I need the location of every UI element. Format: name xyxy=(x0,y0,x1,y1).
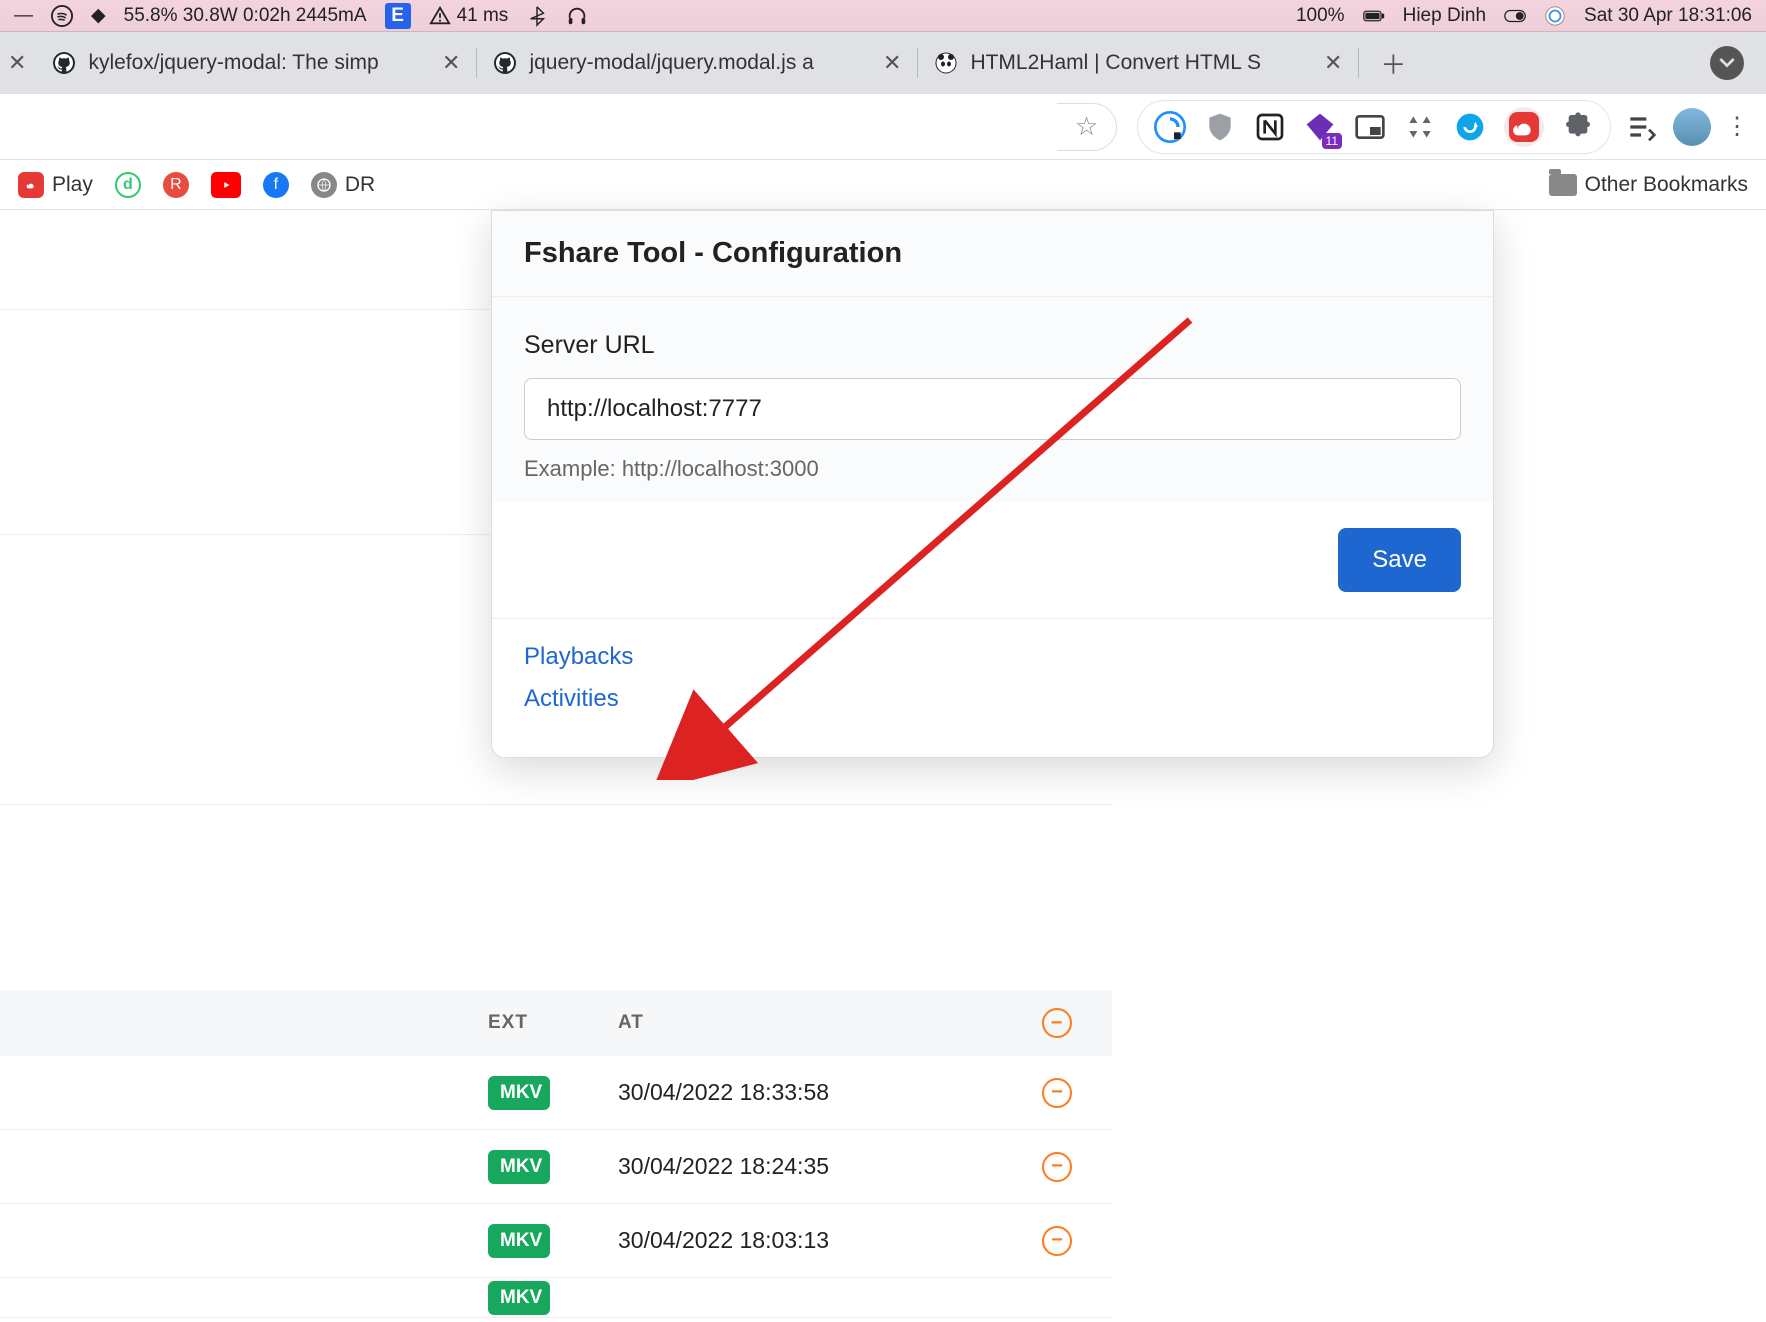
bookmark-label: DR xyxy=(345,173,375,197)
headphones-icon xyxy=(566,5,588,27)
at-cell: 30/04/2022 18:03:13 xyxy=(618,1227,829,1254)
globe-icon xyxy=(311,172,337,198)
bluetooth-icon xyxy=(526,5,548,27)
bookmark-youtube[interactable] xyxy=(211,172,241,198)
column-header-at: AT xyxy=(618,1012,978,1034)
row-remove-button[interactable]: − xyxy=(1042,1152,1072,1182)
column-header-ext: EXT xyxy=(488,1012,618,1034)
tab-1-title: kylefox/jquery-modal: The simp xyxy=(88,51,430,75)
column-header-action[interactable]: − xyxy=(1042,1008,1072,1038)
battery-icon xyxy=(1363,5,1385,27)
row-remove-button[interactable]: − xyxy=(1042,1078,1072,1108)
ext-badge: MKV xyxy=(488,1076,550,1110)
facebook-icon: f xyxy=(263,172,289,198)
r-icon: R xyxy=(163,172,189,198)
panda-icon xyxy=(934,51,958,75)
profile-avatar[interactable] xyxy=(1673,108,1711,146)
extension-popup: Fshare Tool - Configuration Server URL E… xyxy=(491,210,1494,758)
extension-onetab-icon[interactable] xyxy=(1154,111,1186,143)
extension-fshare-icon[interactable] xyxy=(1504,107,1544,147)
save-button[interactable]: Save xyxy=(1338,528,1461,592)
bookmarks-bar: Play d R f DR Other Bookmarks xyxy=(0,160,1766,210)
minus-icon: − xyxy=(1042,1226,1072,1256)
browser-menu-button[interactable]: ⋮ xyxy=(1725,112,1750,141)
at-cell: 30/04/2022 18:24:35 xyxy=(618,1153,829,1180)
table-row: MKV xyxy=(0,1278,1112,1318)
ext-badge: MKV xyxy=(488,1224,550,1258)
bookmark-play[interactable]: Play xyxy=(18,172,93,198)
github-icon xyxy=(493,51,517,75)
table-row: MKV 30/04/2022 18:03:13 − xyxy=(0,1204,1112,1278)
link-activities[interactable]: Activities xyxy=(524,685,1461,713)
youtube-icon xyxy=(211,172,241,198)
latency-text: 41 ms xyxy=(457,5,509,27)
other-bookmarks[interactable]: Other Bookmarks xyxy=(1549,173,1748,197)
warning-icon: 41 ms xyxy=(429,5,509,27)
battery-text: 100% xyxy=(1296,5,1345,27)
app-icon-e: E xyxy=(385,3,411,29)
dash-icon: — xyxy=(14,5,33,27)
extension-pip-icon[interactable] xyxy=(1354,111,1386,143)
server-url-hint: Example: http://localhost:3000 xyxy=(524,456,1461,482)
background-table: EXT AT − MKV 30/04/2022 18:33:58 − MKV 3… xyxy=(0,990,1112,1318)
bookmark-label: Play xyxy=(52,173,93,197)
star-icon: ☆ xyxy=(1075,111,1098,142)
tab-2[interactable]: jquery-modal/jquery.modal.js a ✕ xyxy=(477,38,917,88)
close-icon[interactable]: ✕ xyxy=(442,50,460,76)
bookmark-globe[interactable]: DR xyxy=(311,172,375,198)
bookmark-r[interactable]: R xyxy=(163,172,189,198)
tab-2-title: jquery-modal/jquery.modal.js a xyxy=(529,51,871,75)
minus-icon: − xyxy=(1042,1152,1072,1182)
table-row: MKV 30/04/2022 18:24:35 − xyxy=(0,1130,1112,1204)
media-control-icon[interactable] xyxy=(1625,111,1657,143)
extension-shield-icon[interactable] xyxy=(1204,111,1236,143)
location-icon: ◆ xyxy=(91,4,106,27)
bookmark-label: Other Bookmarks xyxy=(1585,173,1748,197)
link-playbacks[interactable]: Playbacks xyxy=(524,643,1461,671)
omnibox-star[interactable]: ☆ xyxy=(1057,103,1117,151)
tab-search-button[interactable] xyxy=(1710,46,1744,80)
table-row: MKV 30/04/2022 18:33:58 − xyxy=(0,1056,1112,1130)
row-remove-button[interactable]: − xyxy=(1042,1226,1072,1256)
username: Hiep Dinh xyxy=(1403,5,1486,27)
popup-title: Fshare Tool - Configuration xyxy=(492,211,1493,297)
d-icon: d xyxy=(115,172,141,198)
table-header: EXT AT − xyxy=(0,990,1112,1056)
extension-diamond-icon[interactable]: 11 xyxy=(1304,111,1336,143)
extension-notion-icon[interactable] xyxy=(1254,111,1286,143)
close-icon[interactable]: ✕ xyxy=(883,50,901,76)
bookmark-facebook[interactable]: f xyxy=(263,172,289,198)
folder-icon xyxy=(1549,174,1577,196)
bookmark-d[interactable]: d xyxy=(115,172,141,198)
minus-icon: − xyxy=(1042,1078,1072,1108)
tab-close-prev[interactable]: ✕ xyxy=(8,50,26,76)
siri-icon xyxy=(1544,5,1566,27)
browser-toolbar: ☆ 11 ⋮ xyxy=(0,94,1766,160)
system-stats: 55.8% 30.8W 0:02h 2445mA xyxy=(124,5,367,27)
clock: Sat 30 Apr 18:31:06 xyxy=(1584,5,1752,27)
server-url-input[interactable] xyxy=(524,378,1461,440)
new-tab-button[interactable]: ＋ xyxy=(1371,41,1415,85)
close-icon[interactable]: ✕ xyxy=(1324,50,1342,76)
spotify-icon xyxy=(51,5,73,27)
macos-menu-bar: — ◆ 55.8% 30.8W 0:02h 2445mA E 41 ms 100… xyxy=(0,0,1766,32)
remove-all-icon: − xyxy=(1042,1008,1072,1038)
cloud-icon xyxy=(18,172,44,198)
tab-1[interactable]: kylefox/jquery-modal: The simp ✕ xyxy=(36,38,476,88)
browser-tab-strip: ✕ kylefox/jquery-modal: The simp ✕ jquer… xyxy=(0,32,1766,94)
server-url-label: Server URL xyxy=(524,331,1461,360)
github-icon xyxy=(52,51,76,75)
extension-recycle-icon[interactable] xyxy=(1404,111,1436,143)
tab-3-title: HTML2Haml | Convert HTML S xyxy=(970,51,1312,75)
extension-refresh-icon[interactable] xyxy=(1454,111,1486,143)
ext-badge: MKV xyxy=(488,1150,550,1184)
tab-3[interactable]: HTML2Haml | Convert HTML S ✕ xyxy=(918,38,1358,88)
ext-badge: MKV xyxy=(488,1281,550,1315)
extension-badge: 11 xyxy=(1322,133,1342,149)
at-cell: 30/04/2022 18:33:58 xyxy=(618,1079,829,1106)
extensions-puzzle-icon[interactable] xyxy=(1562,111,1594,143)
toggle-icon xyxy=(1504,5,1526,27)
